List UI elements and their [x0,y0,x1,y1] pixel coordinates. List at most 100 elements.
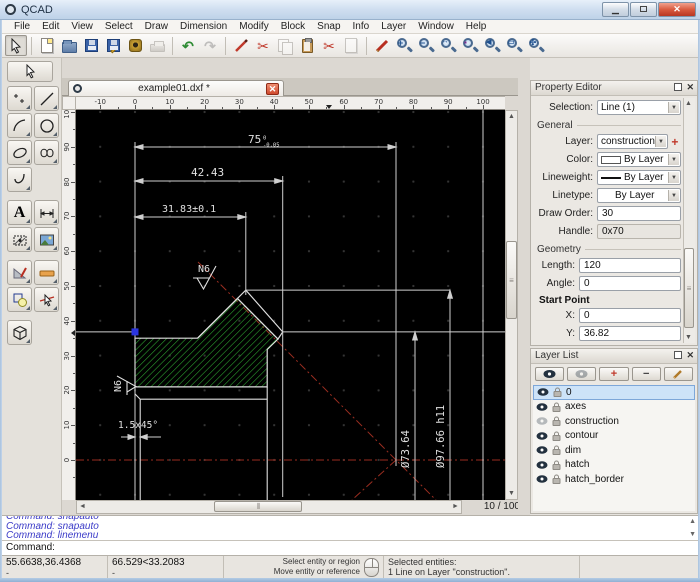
palette-hatch-tool[interactable] [7,227,32,252]
undo-button[interactable]: ↶ [177,35,199,56]
palette-selection-tool[interactable] [7,61,53,82]
scroll-up-arrow[interactable]: ▲ [683,98,694,109]
eye-icon[interactable] [537,387,549,397]
layer-row-construction[interactable]: construction [533,414,695,429]
menu-select[interactable]: Select [99,21,139,32]
palette-text-tool[interactable]: A [7,200,32,225]
scroll-left-arrow[interactable]: ◄ [77,501,88,512]
start-x-input[interactable]: 0 [579,308,681,323]
palette-spline-tool[interactable] [34,140,59,165]
lock-icon[interactable] [552,431,561,441]
draw-pen-button[interactable] [230,35,252,56]
scroll-right-arrow[interactable]: ► [450,501,461,512]
command-history[interactable]: Command: snapautoCommand: snapautoComman… [2,515,698,540]
palette-arc-tool[interactable] [7,113,32,138]
palette-solid-tool[interactable] [7,320,32,345]
float-panel-icon[interactable] [674,351,682,359]
paste-button[interactable] [296,35,318,56]
float-panel-icon[interactable] [674,83,682,91]
palette-polyline-tool[interactable] [7,167,32,192]
property-pencil-button[interactable] [371,35,393,56]
history-scroll-up-icon[interactable]: ▲ [689,518,696,525]
draw-order-input[interactable]: 30 [597,206,681,221]
start-y-input[interactable]: 36.82 [579,326,681,341]
angle-input[interactable]: 0 [579,276,681,291]
scroll-down-arrow[interactable]: ▼ [683,332,694,343]
selection-combo[interactable]: Line (1)▼ [597,100,681,115]
scroll-down-arrow[interactable]: ▼ [506,488,517,499]
eye-icon[interactable] [536,416,548,426]
menu-block[interactable]: Block [275,21,311,32]
layer-row-0[interactable]: 0 [533,385,695,400]
horizontal-scroll-thumb[interactable]: ⦀ [214,501,302,512]
menu-snap[interactable]: Snap [311,21,346,32]
zoom-window-button[interactable]: ▪ [459,35,481,56]
layer-combo[interactable]: construction▼ [597,134,668,149]
palette-point-tool[interactable] [7,86,32,111]
selection-tool-button[interactable] [5,35,27,56]
property-editor-scroll-thumb[interactable]: ≡ [684,248,694,328]
close-button[interactable]: ✕ [658,2,696,17]
palette-dimension-tool[interactable] [34,200,59,225]
scroll-up-arrow[interactable]: ▲ [506,111,517,122]
menu-dimension[interactable]: Dimension [174,21,233,32]
lock-icon[interactable] [552,460,561,470]
document-tab[interactable]: example01.dxf * ✕ [68,80,284,96]
menu-help[interactable]: Help [460,21,493,32]
eye-icon[interactable] [536,431,548,441]
show-all-layers-button[interactable] [535,367,564,381]
edit-layer-button[interactable] [664,367,693,381]
add-layer-button[interactable]: + [599,367,628,381]
contour-lines[interactable] [135,387,267,500]
menu-layer[interactable]: Layer [375,21,412,32]
layer-row-axes[interactable]: axes [533,400,695,415]
lineweight-combo[interactable]: By Layer▼ [597,170,681,185]
menu-modify[interactable]: Modify [233,21,274,32]
palette-block-tool[interactable] [7,287,32,312]
close-panel-icon[interactable]: ✕ [686,351,694,360]
remove-layer-button[interactable]: − [632,367,661,381]
linetype-combo[interactable]: By Layer▼ [597,188,681,203]
paste-reference-button[interactable] [340,35,362,56]
zoom-in-button[interactable]: + [393,35,415,56]
maximize-button[interactable] [630,2,657,17]
palette-line-tool[interactable] [34,86,59,111]
eye-icon[interactable] [536,474,548,484]
minimize-button[interactable]: ▁ [602,2,629,17]
menu-edit[interactable]: Edit [36,21,65,32]
title-bar[interactable]: QCAD ▁ ✕ [0,0,700,20]
drawing-canvas[interactable]: 75 0 -0.05 42.43 31.83±0.1 1.5x45° Ø73.6… [76,110,505,500]
length-input[interactable]: 120 [579,258,681,273]
color-combo[interactable]: By Layer▼ [597,152,681,167]
save-as-button[interactable] [102,35,124,56]
pan-button[interactable]: ✣ [525,35,547,56]
print-button[interactable] [146,35,168,56]
command-line[interactable]: Command: [2,540,698,555]
vertical-scroll-thumb[interactable]: ≡ [506,241,517,319]
new-file-button[interactable] [36,35,58,56]
property-editor-title-bar[interactable]: Property Editor ✕ [531,81,697,96]
palette-modify-tool[interactable] [7,260,32,285]
lock-icon[interactable] [552,474,561,484]
add-layer-button[interactable]: + [668,135,682,149]
export-button[interactable] [124,35,146,56]
menu-draw[interactable]: Draw [139,21,174,32]
menu-info[interactable]: Info [347,21,376,32]
palette-info-tool[interactable] [34,260,59,285]
tab-close-button[interactable]: ✕ [266,83,279,95]
lock-icon[interactable] [552,416,561,426]
property-editor-scrollbar[interactable]: ▲ ≡ ▼ [683,98,695,343]
eye-icon[interactable] [536,460,548,470]
history-scroll-down-icon[interactable]: ▼ [689,531,696,538]
menu-file[interactable]: File [8,21,36,32]
horizontal-scrollbar[interactable]: ◄ ⦀ ► [76,500,462,514]
palette-image-tool[interactable] [34,227,59,252]
zoom-selection-button[interactable]: ▭ [503,35,525,56]
eye-icon[interactable] [536,402,548,412]
layer-row-hatch[interactable]: hatch [533,458,695,473]
auto-zoom-button[interactable]: ↔ [437,35,459,56]
vertical-scrollbar[interactable]: ▲ ≡ ▼ [505,110,518,500]
menu-view[interactable]: View [65,21,99,32]
menu-window[interactable]: Window [412,21,460,32]
redo-button[interactable]: ↷ [199,35,221,56]
